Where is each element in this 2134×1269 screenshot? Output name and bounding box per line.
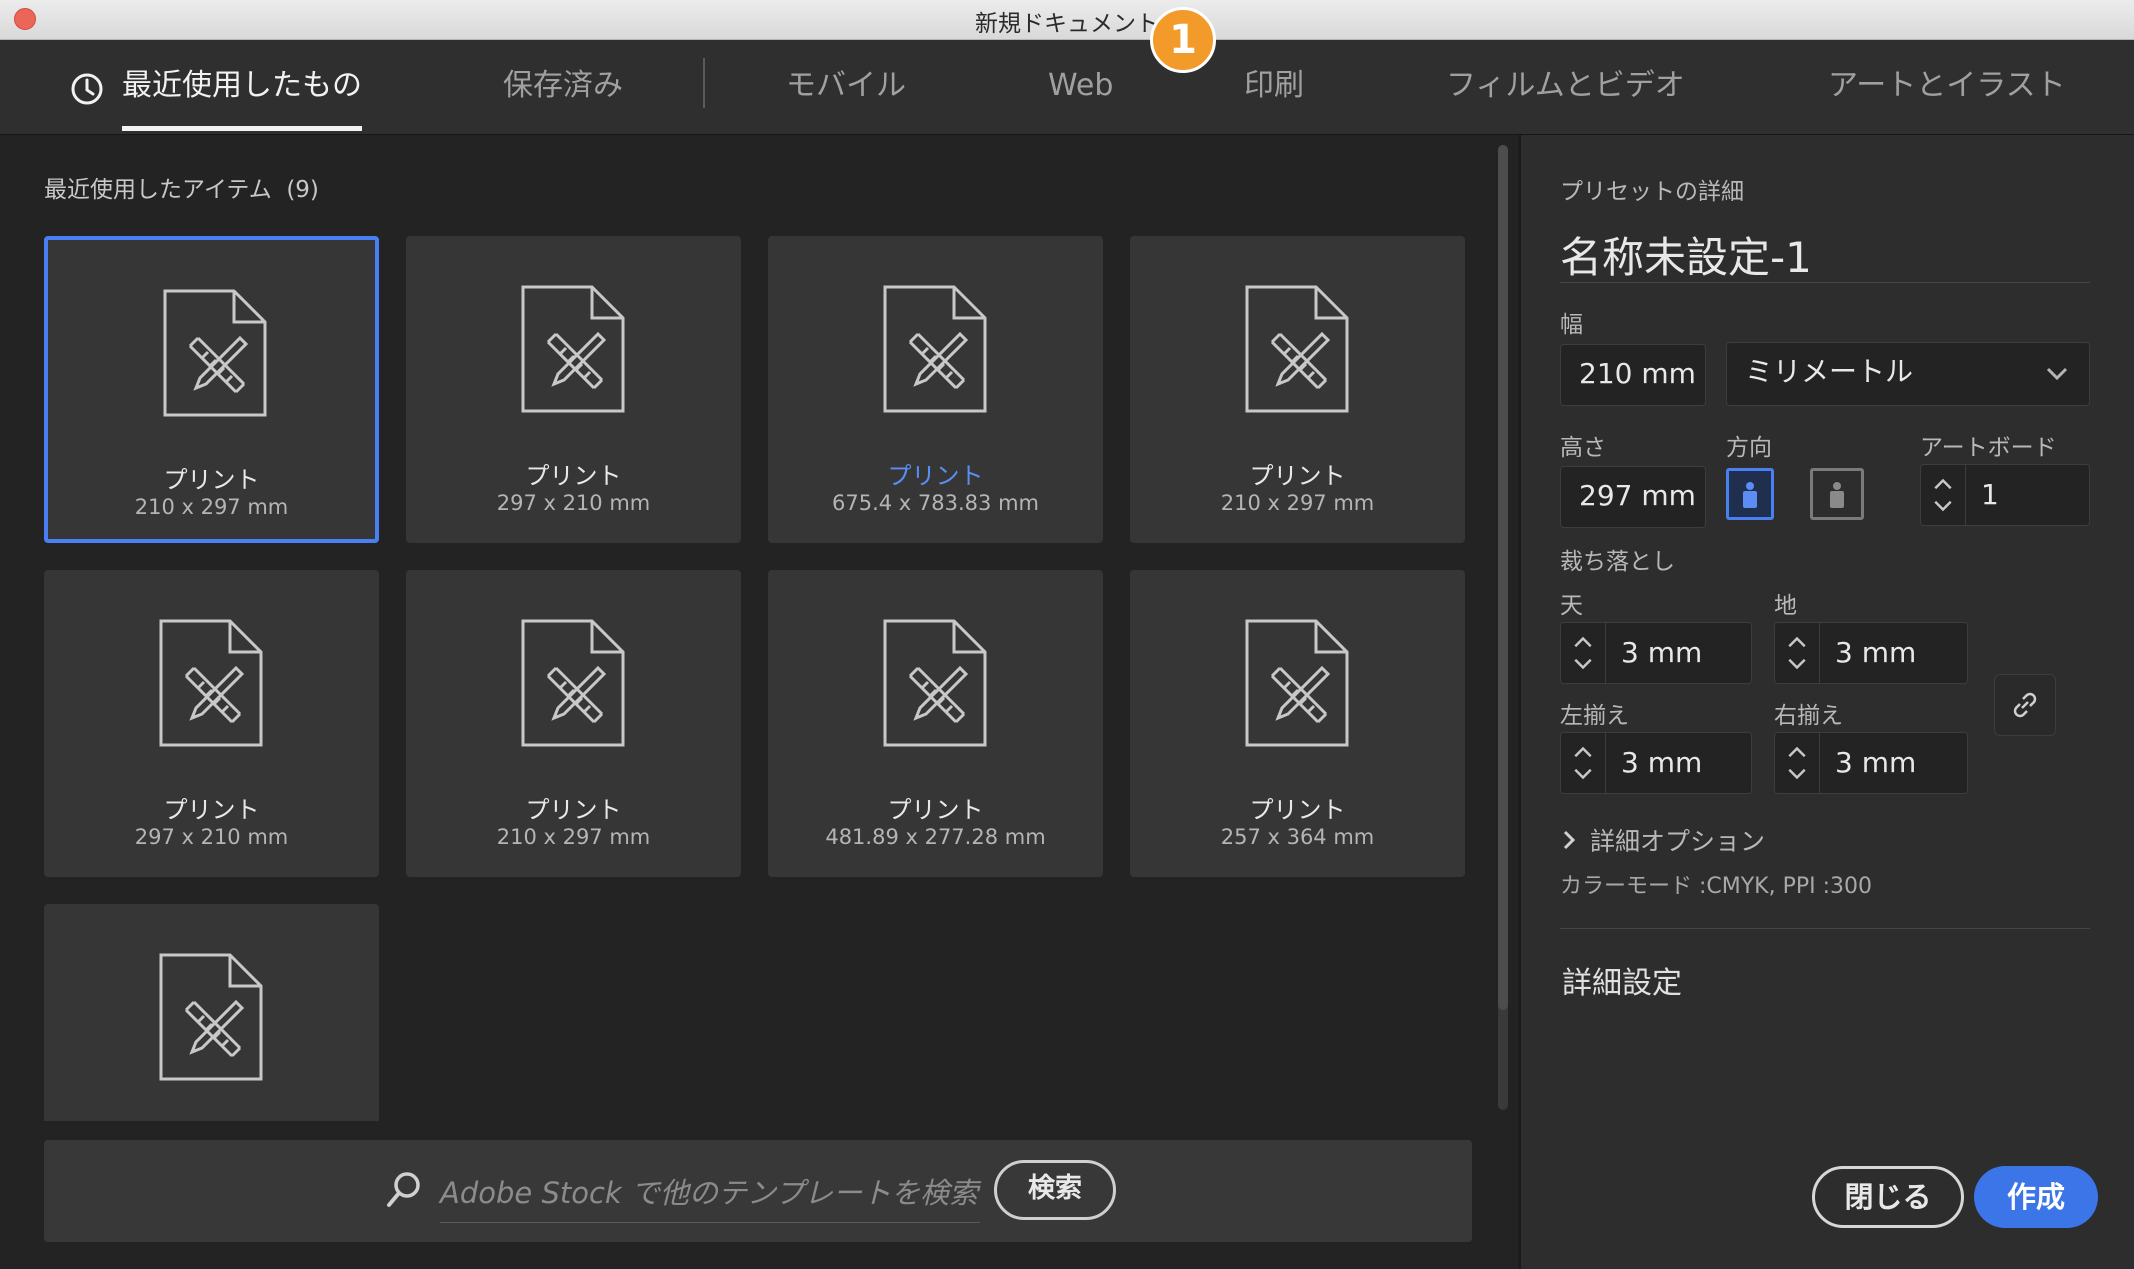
orientation-label: 方向 xyxy=(1726,435,1772,461)
stepper-arrows-icon[interactable] xyxy=(1561,733,1606,793)
preset-name: プリント xyxy=(163,796,260,824)
search-icon xyxy=(387,1172,420,1207)
preset-card[interactable]: プリント 481.89 x 277.28 mm xyxy=(768,570,1103,877)
bleed-left-label: 左揃え xyxy=(1560,703,1629,729)
preset-size: 210 x 297 mm xyxy=(496,825,651,849)
unit-select-value: ミリメートル xyxy=(1745,355,1914,388)
document-icon xyxy=(163,289,267,417)
document-icon xyxy=(521,285,625,413)
preset-size: 297 x 210 mm xyxy=(134,825,289,849)
chevron-right-icon xyxy=(1563,830,1576,850)
bleed-left-value: 3 mm xyxy=(1621,746,1703,779)
width-input[interactable]: 210 mm xyxy=(1560,344,1706,406)
preset-name: プリント xyxy=(525,462,622,490)
stepper-arrows-icon[interactable] xyxy=(1561,623,1606,683)
preset-card[interactable]: プリント 297 x 210 mm xyxy=(406,236,741,543)
preset-details-label: プリセットの詳細 xyxy=(1560,179,1744,205)
preset-size: 257 x 364 mm xyxy=(1220,825,1375,849)
portrait-icon xyxy=(1743,482,1757,508)
stepper-arrows-icon[interactable] xyxy=(1921,465,1966,525)
link-icon xyxy=(2013,692,2037,718)
tab-film-video[interactable]: フィルムとビデオ xyxy=(1446,40,1685,134)
preset-size: 675.4 x 783.83 mm xyxy=(832,491,1039,515)
height-input[interactable]: 297 mm xyxy=(1560,466,1706,528)
preset-card[interactable]: プリント 257 x 364 mm xyxy=(1130,570,1465,877)
preset-card[interactable]: プリント 210 x 297 mm xyxy=(406,570,741,877)
clock-icon xyxy=(71,73,103,105)
stepper-arrows-icon[interactable] xyxy=(1775,623,1820,683)
bleed-bottom-label: 地 xyxy=(1774,593,1797,619)
close-button[interactable]: 閉じる xyxy=(1812,1166,1964,1228)
chevron-down-icon xyxy=(2046,367,2068,381)
preset-card[interactable]: プリント 210 x 297 mm xyxy=(1130,236,1465,543)
document-name-field[interactable]: 名称未設定-1 xyxy=(1560,224,1812,285)
bleed-top-value: 3 mm xyxy=(1621,636,1703,669)
stock-search-button[interactable]: 検索 xyxy=(994,1160,1116,1220)
bleed-top-stepper[interactable]: 3 mm xyxy=(1560,622,1752,684)
preset-name: プリント xyxy=(163,466,260,494)
portrait-orientation-button[interactable] xyxy=(1726,468,1774,520)
bleed-right-label: 右揃え xyxy=(1774,703,1843,729)
document-icon xyxy=(521,619,625,747)
document-icon xyxy=(159,953,263,1081)
bleed-right-stepper[interactable]: 3 mm xyxy=(1774,732,1968,794)
preset-card[interactable]: プリント 297 x 210 mm xyxy=(44,570,379,877)
stock-search-input[interactable]: Adobe Stock で他のテンプレートを検索 xyxy=(440,1166,980,1223)
tab-divider xyxy=(703,58,705,108)
document-icon xyxy=(1245,285,1349,413)
height-label: 高さ xyxy=(1560,435,1606,461)
bleed-top-label: 天 xyxy=(1560,593,1583,619)
scrollbar-thumb[interactable] xyxy=(1498,145,1508,1010)
tab-mobile[interactable]: モバイル xyxy=(786,40,906,134)
landscape-orientation-button[interactable] xyxy=(1810,468,1864,520)
advanced-options-toggle[interactable]: 詳細オプション xyxy=(1562,822,1862,856)
preset-name: プリント xyxy=(887,462,984,490)
preset-size: 210 x 297 mm xyxy=(134,495,289,519)
tab-art-illustration[interactable]: アートとイラスト xyxy=(1828,40,2066,134)
artboard-value: 1 xyxy=(1981,478,1999,511)
preset-size: 297 x 210 mm xyxy=(496,491,651,515)
more-settings-button[interactable]: 詳細設定 xyxy=(1562,958,1682,1002)
preset-name: プリント xyxy=(887,796,984,824)
recent-items-count: (9) xyxy=(286,177,319,203)
bleed-label: 裁ち落とし xyxy=(1560,549,1675,575)
preset-name: プリント xyxy=(1249,462,1346,490)
advanced-options-label: 詳細オプション xyxy=(1590,827,1766,856)
unit-select[interactable]: ミリメートル xyxy=(1726,342,2090,406)
tab-saved[interactable]: 保存済み xyxy=(503,40,623,134)
bleed-bottom-value: 3 mm xyxy=(1835,636,1917,669)
document-icon xyxy=(883,619,987,747)
active-tab-indicator xyxy=(122,126,362,131)
divider xyxy=(1560,282,2090,283)
stepper-arrows-icon[interactable] xyxy=(1775,733,1820,793)
window-title: 新規ドキュメント xyxy=(975,11,1159,37)
width-label: 幅 xyxy=(1560,312,1583,338)
preset-card[interactable]: プリント 210 x 297 mm xyxy=(44,236,379,543)
preset-size: 481.89 x 277.28 mm xyxy=(825,825,1046,849)
tab-print[interactable]: 印刷 xyxy=(1244,40,1304,134)
landscape-icon xyxy=(1830,482,1844,508)
color-mode-info: カラーモード :CMYK, PPI :300 xyxy=(1560,874,1873,899)
preset-card[interactable] xyxy=(44,904,379,1121)
bleed-left-stepper[interactable]: 3 mm xyxy=(1560,732,1752,794)
artboard-label: アートボード xyxy=(1920,435,2057,461)
preset-size: 210 x 297 mm xyxy=(1220,491,1375,515)
preset-name: プリント xyxy=(525,796,622,824)
document-icon xyxy=(1245,619,1349,747)
document-icon xyxy=(883,285,987,413)
annotation-badge: 1 xyxy=(1150,7,1216,73)
link-bleed-button[interactable] xyxy=(1994,674,2056,736)
preset-name: プリント xyxy=(1249,796,1346,824)
preset-card[interactable]: プリント 675.4 x 783.83 mm xyxy=(768,236,1103,543)
divider xyxy=(1560,928,2090,929)
bleed-bottom-stepper[interactable]: 3 mm xyxy=(1774,622,1968,684)
create-button[interactable]: 作成 xyxy=(1974,1166,2098,1228)
artboard-stepper[interactable]: 1 xyxy=(1920,464,2090,526)
tab-recent[interactable]: 最近使用したもの xyxy=(122,40,362,134)
bleed-right-value: 3 mm xyxy=(1835,746,1917,779)
tab-web[interactable]: Web xyxy=(1048,40,1113,134)
document-icon xyxy=(159,619,263,747)
recent-items-heading: 最近使用したアイテム (9) xyxy=(44,177,319,203)
